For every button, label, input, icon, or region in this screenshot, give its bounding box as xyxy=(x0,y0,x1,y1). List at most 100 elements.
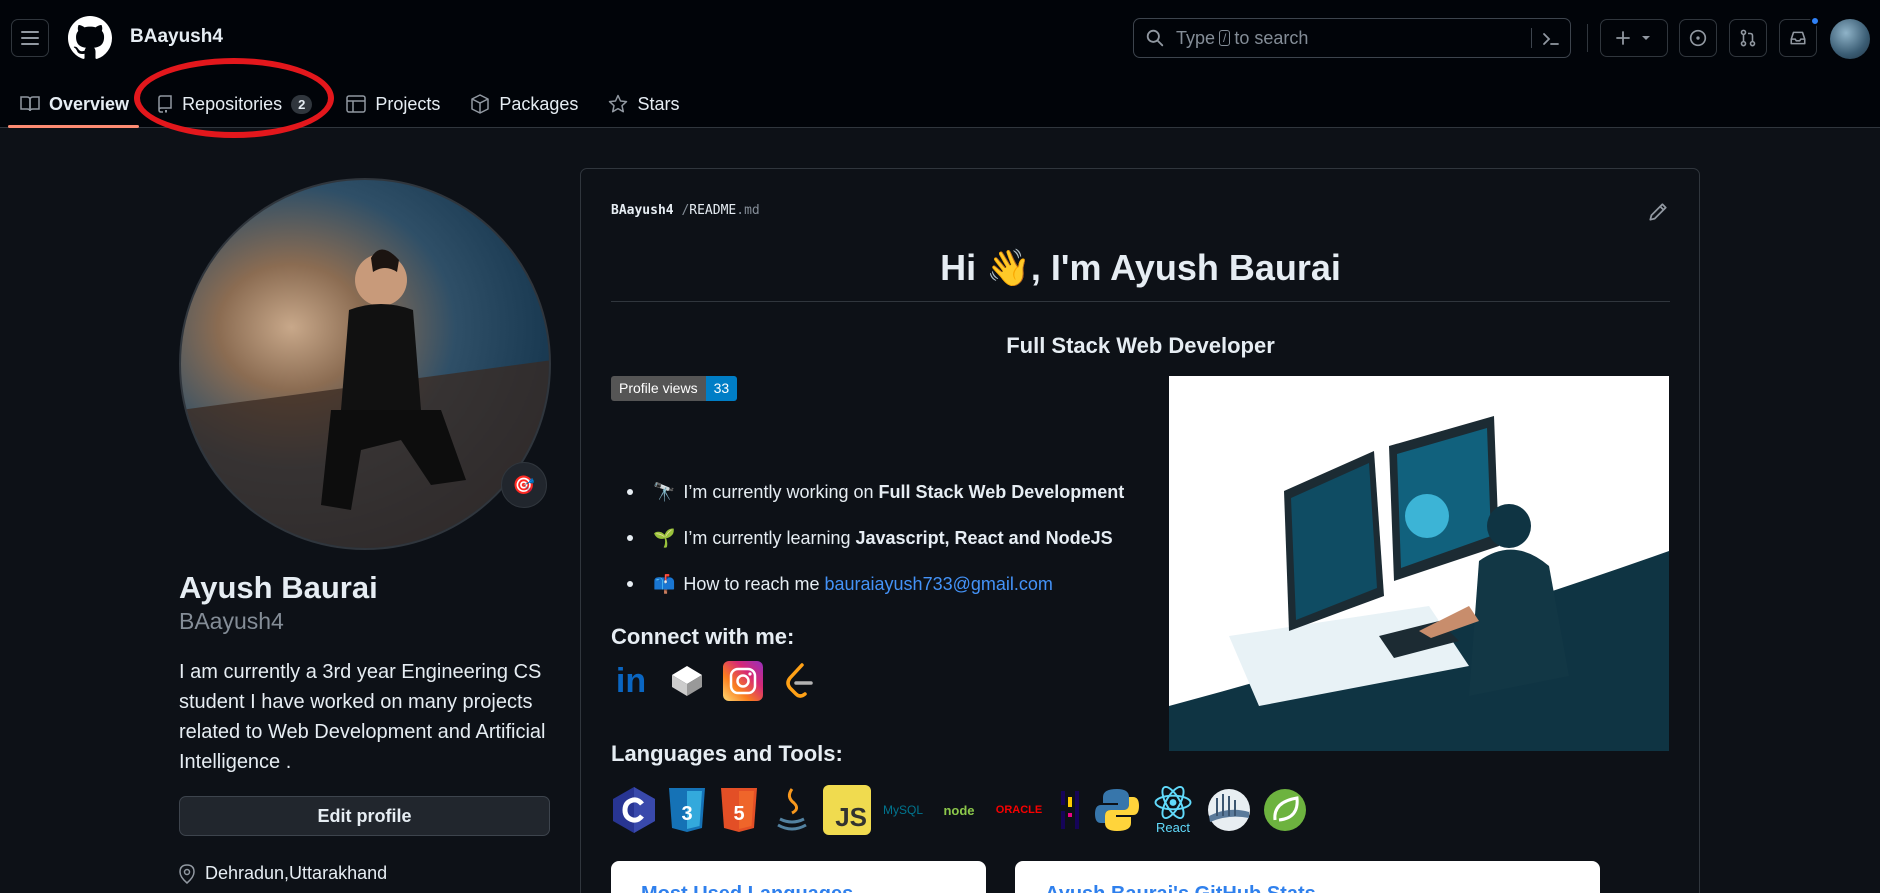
bullet-text: I’m currently working on xyxy=(683,481,874,502)
css3-icon[interactable]: 3 xyxy=(665,785,709,835)
tab-stars-label: Stars xyxy=(637,93,680,114)
profile-bio: I am currently a 3rd year Engineering CS… xyxy=(179,661,546,773)
seaborn-icon[interactable] xyxy=(1205,785,1253,835)
tab-packages-label: Packages xyxy=(499,93,579,114)
location-text: Dehradun,Uttarakhand xyxy=(205,863,388,883)
nodejs-icon[interactable]: node xyxy=(935,785,983,835)
inbox-icon xyxy=(1790,31,1806,45)
instagram-icon[interactable] xyxy=(723,661,763,701)
tab-stars[interactable]: Stars xyxy=(598,80,689,128)
javascript-icon[interactable]: JS xyxy=(823,785,871,835)
search-input[interactable]: Type / to search xyxy=(1133,18,1571,58)
react-icon[interactable]: React xyxy=(1149,785,1197,835)
profile-login: BAayush4 xyxy=(179,608,284,634)
breadcrumb-extension: .md xyxy=(736,203,760,218)
github-logo-icon[interactable] xyxy=(68,16,112,60)
bullet-text: How to reach me xyxy=(683,573,820,594)
readme-bullet-list: 🔭 I’m currently working on Full Stack We… xyxy=(627,469,1147,607)
pencil-edit-icon[interactable] xyxy=(1647,201,1669,223)
pull-requests-button[interactable] xyxy=(1729,19,1767,57)
oracle-icon[interactable]: ORACLE xyxy=(991,785,1047,835)
search-icon xyxy=(1146,29,1164,47)
profile-readme: BAayush4 /README.md Hi 👋, I'm Ayush Baur… xyxy=(580,168,1700,893)
mysql-icon[interactable]: MySQL xyxy=(879,785,927,835)
location-icon xyxy=(179,863,195,884)
book-icon xyxy=(20,96,40,112)
bullet-bold: Full Stack Web Development xyxy=(878,481,1125,502)
bullet-bold: Javascript, React and NodeJS xyxy=(855,527,1113,548)
star-icon xyxy=(609,94,628,113)
svg-text:3: 3 xyxy=(681,803,692,825)
inbox-button[interactable] xyxy=(1779,16,1820,57)
annotation-highlight-circle xyxy=(134,58,334,138)
codepen-icon[interactable] xyxy=(667,661,707,701)
package-icon xyxy=(471,94,490,114)
readme-subtitle: Full Stack Web Developer xyxy=(1006,333,1275,358)
profile-tabs: Overview Repositories 2 Projects Package… xyxy=(0,80,689,128)
plus-icon xyxy=(1616,31,1630,45)
seedling-emoji-icon: 🌱 xyxy=(653,527,676,548)
menu-button[interactable] xyxy=(11,19,49,57)
search-placeholder: Type / to search xyxy=(1176,28,1308,49)
spring-icon[interactable] xyxy=(1261,785,1309,835)
readme-breadcrumb: BAayush4 /README.md xyxy=(611,203,760,218)
issues-button[interactable] xyxy=(1679,19,1717,57)
svg-text:5: 5 xyxy=(733,803,744,825)
app-header: BAayush4 Type / to search Overview Repos… xyxy=(0,0,1880,138)
tab-projects-label: Projects xyxy=(375,93,441,114)
card-title: Ayush Baurai's GitHub Stats xyxy=(1045,883,1316,893)
profile-fullname: Ayush Baurai xyxy=(179,570,378,605)
notification-indicator xyxy=(1810,16,1820,26)
java-icon[interactable] xyxy=(769,785,815,835)
tab-overview-label: Overview xyxy=(49,93,130,114)
pandas-icon[interactable] xyxy=(1055,785,1085,835)
search-suffix: to search xyxy=(1234,27,1309,48)
profile-location: Dehradun,Uttarakhand xyxy=(179,863,387,884)
list-item: 🔭 I’m currently working on Full Stack We… xyxy=(627,469,1147,515)
set-status-button[interactable]: 🎯 xyxy=(501,462,547,508)
command-palette-button[interactable] xyxy=(1540,28,1562,50)
search-divider xyxy=(1531,28,1532,48)
languages-tools-list: 3 5 JS MySQL node ORACLE React xyxy=(611,785,1309,835)
mailbox-emoji-icon: 📫 xyxy=(653,573,676,594)
user-avatar-menu[interactable] xyxy=(1830,19,1870,59)
linkedin-icon[interactable]: in xyxy=(611,661,651,701)
github-stats-card[interactable]: Ayush Baurai's GitHub Stats xyxy=(1015,861,1600,893)
badge-value: 33 xyxy=(705,376,738,401)
profile-avatar[interactable] xyxy=(179,178,551,550)
react-label: React xyxy=(1156,820,1190,835)
search-shortcut-key: / xyxy=(1219,30,1231,46)
context-username[interactable]: BAayush4 xyxy=(130,26,223,48)
edit-profile-button[interactable]: Edit profile xyxy=(179,796,550,836)
most-used-languages-card[interactable]: Most Used Languages xyxy=(611,861,986,893)
profile-views-badge: Profile views 33 xyxy=(611,376,738,401)
breadcrumb-user[interactable]: BAayush4 xyxy=(611,203,674,218)
table-icon xyxy=(346,95,367,113)
leetcode-icon[interactable] xyxy=(779,661,819,701)
git-pull-request-icon xyxy=(1740,29,1756,47)
list-item: 📫 How to reach me bauraiayush733@gmail.c… xyxy=(627,561,1147,607)
card-title: Most Used Languages xyxy=(641,883,853,893)
header-divider xyxy=(1587,24,1588,52)
c-language-icon[interactable] xyxy=(611,785,657,835)
triangle-down-icon xyxy=(1642,36,1650,40)
terminal-icon xyxy=(1543,33,1559,45)
badge-label: Profile views xyxy=(611,376,706,401)
python-icon[interactable] xyxy=(1093,785,1141,835)
languages-heading: Languages and Tools: xyxy=(611,741,843,766)
email-link[interactable]: bauraiayush733@gmail.com xyxy=(825,574,1053,595)
html5-icon[interactable]: 5 xyxy=(717,785,761,835)
search-prefix: Type xyxy=(1176,27,1216,48)
developer-illustration xyxy=(1169,376,1669,751)
readme-title: Hi 👋, I'm Ayush Baurai xyxy=(611,247,1670,302)
breadcrumb-file[interactable]: README xyxy=(689,203,736,218)
tab-projects[interactable]: Projects xyxy=(336,80,450,128)
hamburger-icon xyxy=(21,31,39,45)
tab-packages[interactable]: Packages xyxy=(460,80,588,128)
social-links: in xyxy=(611,661,819,701)
create-new-button[interactable] xyxy=(1600,19,1668,57)
tab-overview[interactable]: Overview xyxy=(0,80,140,128)
status-emoji: 🎯 xyxy=(512,474,536,495)
telescope-emoji-icon: 🔭 xyxy=(653,481,676,502)
list-item: 🌱 I’m currently learning Javascript, Rea… xyxy=(627,515,1147,561)
